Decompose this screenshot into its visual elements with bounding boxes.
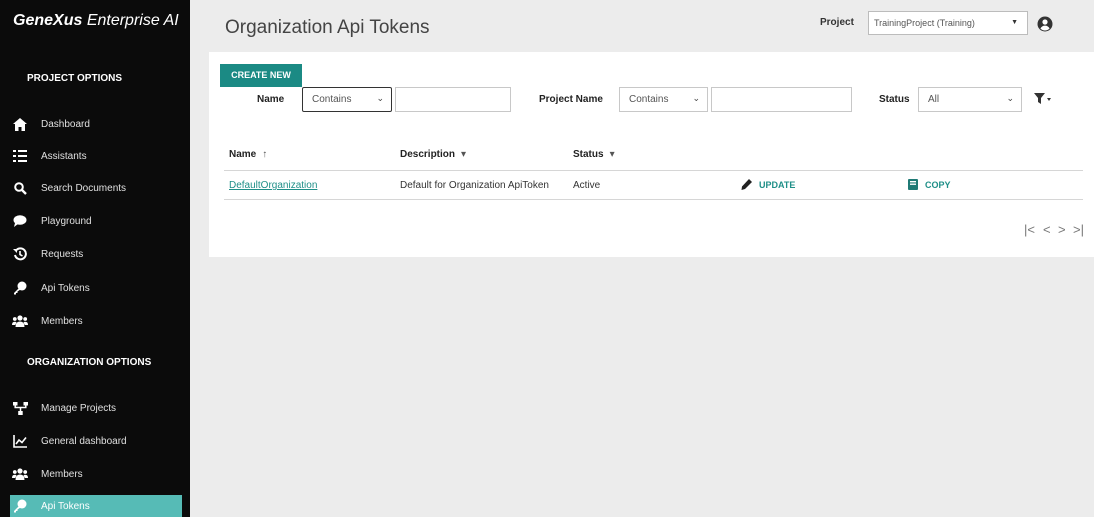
- sidebar-item-playground[interactable]: Playground: [10, 210, 182, 232]
- history-icon: [12, 247, 28, 261]
- project-name-filter-label: Project Name: [539, 94, 603, 105]
- table-row-divider: [224, 199, 1083, 200]
- sidebar-item-org-api-tokens[interactable]: Api Tokens: [10, 495, 182, 517]
- token-description: Default for Organization ApiToken: [400, 180, 549, 191]
- project-options-title: PROJECT OPTIONS: [27, 73, 123, 84]
- sidebar-item-requests[interactable]: Requests: [10, 243, 182, 265]
- status-filter-value: All: [928, 94, 940, 105]
- name-operator-select[interactable]: Contains ⌄: [302, 87, 392, 112]
- column-name-label: Name: [229, 149, 257, 160]
- caret-down-icon: ▼: [1011, 19, 1018, 26]
- table-header-divider: [224, 170, 1083, 171]
- token-status: Active: [573, 180, 601, 191]
- copy-label: COPY: [925, 179, 951, 190]
- sidebar-item-label: Playground: [41, 215, 92, 227]
- sort-caret-icon: ▾: [609, 149, 615, 160]
- sidebar-item-label: Assistants: [41, 150, 87, 162]
- project-select[interactable]: TrainingProject (Training) ▼: [868, 11, 1028, 35]
- sidebar-item-dashboard[interactable]: Dashboard: [10, 113, 182, 135]
- users-icon: [12, 467, 28, 481]
- key-icon: [12, 281, 28, 295]
- sidebar-item-api-tokens[interactable]: Api Tokens: [10, 277, 182, 299]
- sidebar-item-label: Manage Projects: [41, 402, 117, 414]
- sidebar-item-assistants[interactable]: Assistants: [10, 145, 182, 167]
- column-header-description[interactable]: Description ▾: [400, 149, 466, 160]
- name-operator-value: Contains: [312, 94, 352, 105]
- sidebar-item-label: Api Tokens: [41, 282, 90, 294]
- create-new-button[interactable]: CREATE NEW: [220, 64, 302, 87]
- sidebar-item-label: Members: [41, 315, 83, 327]
- sitemap-icon: [12, 401, 28, 415]
- sidebar-item-label: General dashboard: [41, 435, 127, 447]
- project-name-filter-input[interactable]: [711, 87, 852, 112]
- chevron-down-icon: ⌄: [1006, 93, 1014, 103]
- pencil-icon: [741, 179, 752, 190]
- project-name-operator-value: Contains: [629, 94, 669, 105]
- copy-button[interactable]: COPY: [908, 179, 951, 190]
- search-icon: [12, 181, 28, 195]
- prev-page-button[interactable]: <: [1043, 222, 1051, 237]
- name-filter-input[interactable]: [395, 87, 511, 112]
- key-icon: [12, 499, 28, 513]
- organization-options-title: ORGANIZATION OPTIONS: [27, 357, 152, 368]
- column-header-name[interactable]: Name ↑: [229, 149, 267, 160]
- users-icon: [12, 314, 28, 328]
- sort-caret-icon: ▾: [461, 149, 467, 160]
- sidebar-item-org-members[interactable]: Members: [10, 463, 182, 485]
- chevron-down-icon: ⌄: [376, 93, 384, 103]
- sidebar-item-search-documents[interactable]: Search Documents: [10, 177, 182, 199]
- tokens-panel: [209, 52, 1094, 257]
- chat-icon: [12, 214, 28, 228]
- chevron-down-icon: ⌄: [692, 93, 700, 103]
- brand-logo: GeneXus Enterprise AI: [13, 12, 179, 29]
- next-page-button[interactable]: >: [1058, 222, 1066, 237]
- filter-icon[interactable]: [1034, 92, 1052, 106]
- sidebar-item-label: Requests: [41, 248, 84, 260]
- sidebar-item-label: Members: [41, 468, 83, 480]
- status-filter-select[interactable]: All ⌄: [918, 87, 1022, 112]
- status-filter-label: Status: [879, 94, 910, 105]
- update-button[interactable]: UPDATE: [741, 179, 795, 190]
- copy-book-icon: [908, 179, 918, 190]
- column-header-status[interactable]: Status ▾: [573, 149, 615, 160]
- list-icon: [12, 149, 28, 163]
- project-name-operator-select[interactable]: Contains ⌄: [619, 87, 708, 112]
- sidebar: GeneXus Enterprise AI PROJECT OPTIONS Da…: [0, 0, 190, 517]
- first-page-button[interactable]: |<: [1024, 222, 1035, 237]
- token-name-link[interactable]: DefaultOrganization: [229, 180, 317, 191]
- chart-icon: [12, 434, 28, 448]
- home-icon: [12, 117, 28, 131]
- column-description-label: Description: [400, 149, 456, 160]
- column-status-label: Status: [573, 149, 604, 160]
- sidebar-item-label: Api Tokens: [41, 500, 90, 512]
- page-title: Organization Api Tokens: [225, 17, 430, 38]
- sidebar-item-label: Search Documents: [41, 182, 127, 194]
- last-page-button[interactable]: >|: [1073, 222, 1084, 237]
- sidebar-item-members[interactable]: Members: [10, 310, 182, 332]
- name-filter-label: Name: [257, 94, 285, 105]
- sort-ascending-icon: ↑: [262, 149, 268, 160]
- sidebar-item-manage-projects[interactable]: Manage Projects: [10, 397, 182, 419]
- project-label: Project: [820, 17, 854, 28]
- sidebar-item-general-dashboard[interactable]: General dashboard: [10, 430, 182, 452]
- project-select-value: TrainingProject (Training): [874, 18, 975, 28]
- sidebar-item-label: Dashboard: [41, 118, 90, 130]
- user-account-icon[interactable]: [1037, 16, 1053, 32]
- update-label: UPDATE: [759, 179, 796, 190]
